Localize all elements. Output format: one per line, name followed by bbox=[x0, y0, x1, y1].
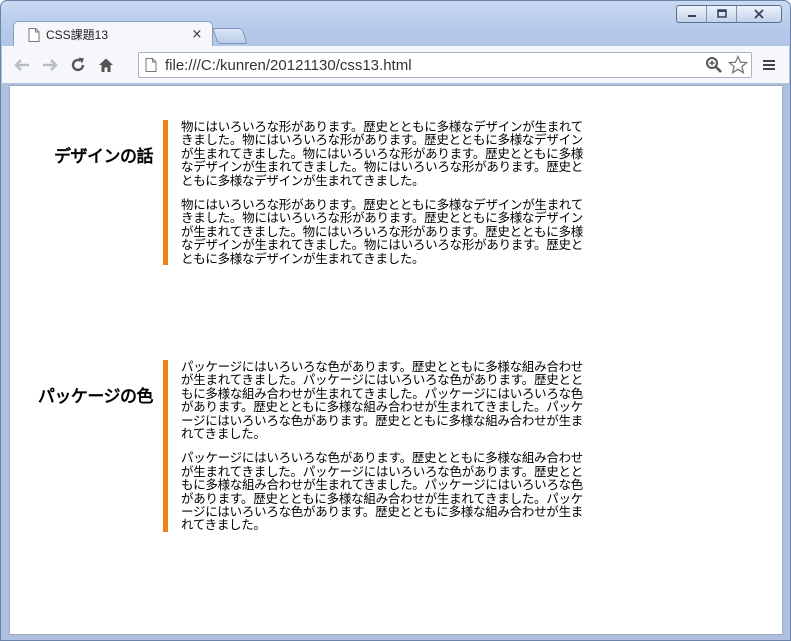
url-input[interactable] bbox=[165, 56, 703, 74]
paragraph: パッケージにはいろいろな色があります。歴史とともに多様な組み合わせが生まれてきま… bbox=[181, 359, 583, 442]
address-bar[interactable] bbox=[138, 52, 752, 78]
paragraph: 物にはいろいろな形があります。歴史とともに多様なデザインが生まれてきました。物に… bbox=[181, 197, 583, 266]
paragraph: 物にはいろいろな形があります。歴史とともに多様なデザインが生まれてきました。物に… bbox=[181, 119, 583, 188]
page-icon bbox=[145, 58, 157, 72]
home-button[interactable] bbox=[92, 51, 120, 79]
close-window-button[interactable] bbox=[737, 6, 781, 22]
browser-window: CSS課題13 × file:///C:/kunren/20121130/css… bbox=[0, 0, 791, 641]
browser-toolbar bbox=[2, 46, 789, 84]
section-heading: パッケージの色 bbox=[37, 387, 154, 407]
paragraph: パッケージにはいろいろな色があります。歴史とともに多様な組み合わせが生まれてきま… bbox=[181, 450, 583, 533]
section-heading: デザインの話 bbox=[54, 147, 154, 167]
reload-button[interactable] bbox=[64, 51, 92, 79]
close-icon bbox=[754, 9, 764, 19]
home-icon bbox=[99, 58, 113, 72]
page-icon bbox=[28, 27, 40, 42]
page-viewport: デザインの話 物にはいろいろな形があります。歴史とともに多様なデザインが生まれて… bbox=[9, 85, 783, 635]
minimize-icon bbox=[687, 15, 696, 17]
tab-active[interactable]: CSS課題13 × bbox=[13, 21, 213, 47]
minimize-button[interactable] bbox=[677, 6, 707, 22]
bookmark-button[interactable] bbox=[727, 54, 749, 76]
title-bar: CSS課題13 × bbox=[1, 1, 790, 47]
section-content: パッケージにはいろいろな色があります。歴史とともに多様な組み合わせが生まれてきま… bbox=[163, 360, 593, 532]
maximize-icon bbox=[716, 9, 727, 18]
star-icon bbox=[728, 55, 748, 75]
new-tab-button[interactable] bbox=[212, 28, 248, 44]
forward-arrow-icon bbox=[43, 58, 58, 71]
zoom-button[interactable] bbox=[703, 54, 725, 76]
section-content: 物にはいろいろな形があります。歴史とともに多様なデザインが生まれてきました。物に… bbox=[163, 119, 593, 266]
reload-icon bbox=[71, 57, 85, 71]
maximize-button[interactable] bbox=[707, 6, 737, 22]
menu-button[interactable] bbox=[759, 55, 779, 75]
forward-button[interactable] bbox=[36, 51, 64, 79]
zoom-icon bbox=[706, 57, 722, 73]
window-controls bbox=[676, 5, 782, 23]
back-arrow-icon bbox=[14, 58, 29, 71]
tab-title: CSS課題13 bbox=[46, 28, 109, 42]
back-button[interactable] bbox=[8, 51, 36, 79]
menu-icon bbox=[763, 60, 775, 70]
tab-close-button[interactable]: × bbox=[188, 27, 206, 42]
